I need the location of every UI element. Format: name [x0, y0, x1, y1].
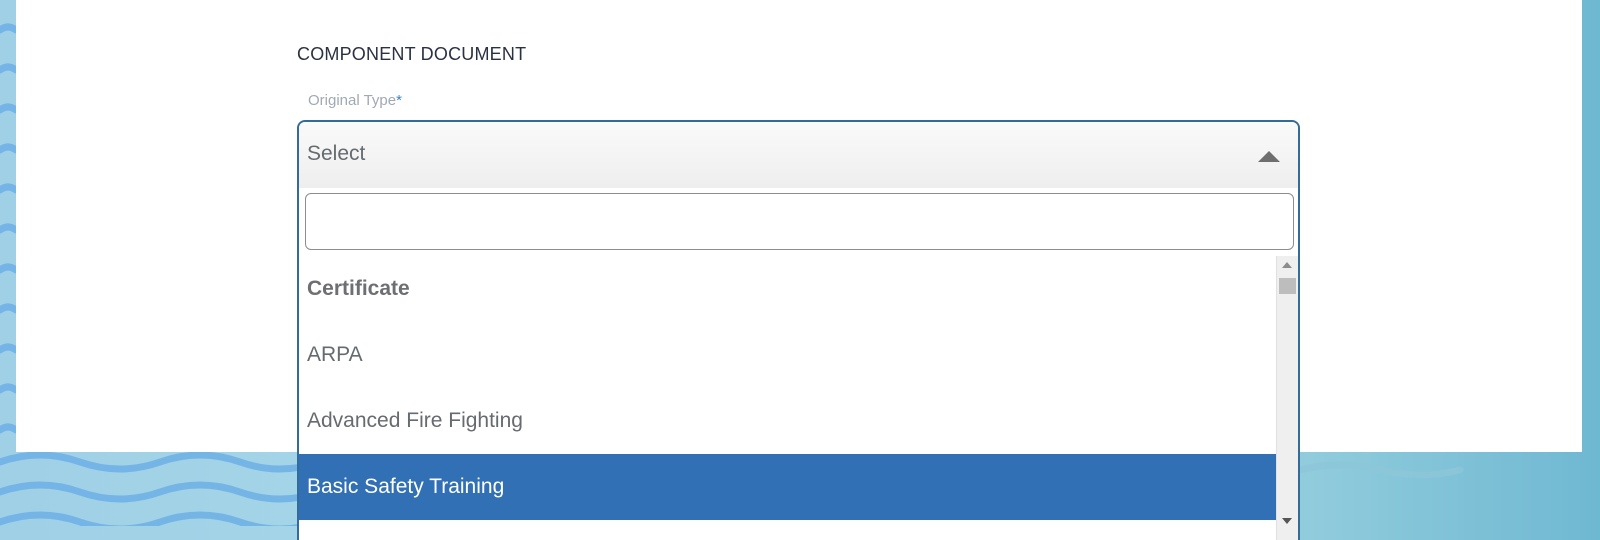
select-header[interactable]: Select — [299, 122, 1298, 188]
option-basic-safety-training[interactable]: Basic Safety Training — [299, 454, 1279, 520]
section-title: COMPONENT DOCUMENT — [297, 44, 527, 64]
dropdown-search-input[interactable] — [305, 193, 1294, 250]
scroll-up-arrow-icon[interactable] — [1282, 262, 1292, 268]
option-group-certificate: Certificate — [307, 277, 410, 300]
scroll-down-arrow-icon[interactable] — [1282, 518, 1292, 524]
selected-value: Select — [307, 142, 366, 165]
option-advanced-fire-fighting[interactable]: Advanced Fire Fighting — [299, 388, 1279, 454]
scroll-thumb[interactable] — [1279, 278, 1296, 294]
options-list: Certificate ARPA Advanced Fire Fighting … — [299, 256, 1279, 520]
dropdown-search — [299, 188, 1298, 256]
option-arpa[interactable]: ARPA — [299, 322, 1279, 388]
required-marker: * — [396, 92, 402, 109]
original-type-select[interactable]: Select Certificate ARPA Advanced Fire Fi… — [297, 120, 1300, 540]
caret-up-icon[interactable] — [1258, 151, 1280, 162]
options-scrollbar[interactable] — [1276, 256, 1298, 540]
field-label-text: Original Type — [308, 92, 397, 109]
original-type-label: Original Type* — [308, 92, 402, 109]
